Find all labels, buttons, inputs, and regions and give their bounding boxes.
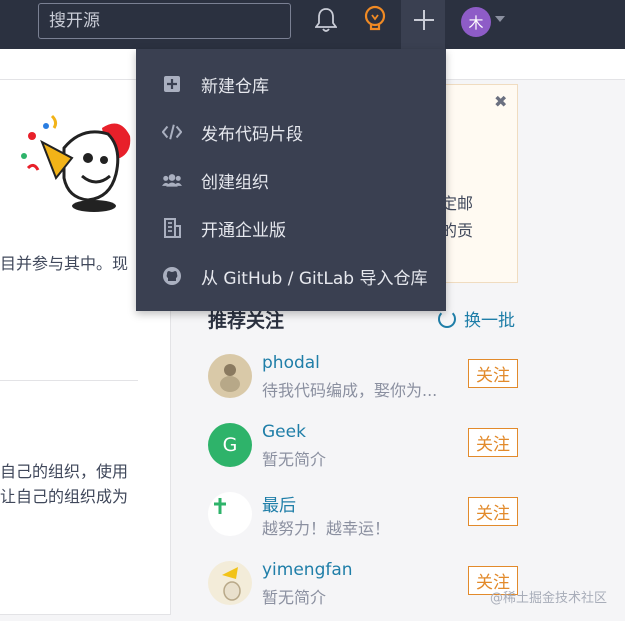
code-icon — [162, 122, 182, 142]
menu-item-import-repo[interactable]: 从 GitHub / GitLab 导入仓库 — [136, 256, 446, 296]
org-text: 让自己的组织成为 — [0, 487, 129, 506]
list-item: yimengfan 暂无简介 关注 — [208, 560, 520, 621]
follow-button[interactable]: 关注 — [468, 359, 518, 388]
list-item: G Geek 暂无简介 关注 — [208, 422, 520, 483]
user-bio: 待我代码编成，娶你为... — [262, 381, 438, 400]
menu-item-create-org[interactable]: 创建组织 — [136, 160, 446, 200]
github-icon — [162, 266, 182, 286]
follow-button[interactable]: 关注 — [468, 497, 518, 526]
refresh-icon — [438, 309, 456, 328]
mascot-illustration — [12, 108, 136, 218]
menu-item-label: 新建仓库 — [201, 76, 269, 97]
plus-icon — [410, 6, 438, 34]
divider — [0, 380, 138, 381]
user-name-link[interactable]: Geek — [262, 422, 306, 442]
menu-item-label: 从 GitHub / GitLab 导入仓库 — [201, 268, 428, 289]
avatar[interactable] — [208, 561, 252, 605]
lightbulb-icon[interactable] — [361, 5, 389, 34]
avatar[interactable]: G — [208, 423, 252, 467]
plus-square-icon — [162, 74, 182, 94]
watermark: @稀土掘金技术社区 — [490, 591, 608, 606]
close-icon[interactable]: ✖ — [494, 92, 507, 111]
building-icon — [162, 218, 182, 238]
chevron-down-icon[interactable] — [495, 16, 505, 22]
top-navbar: 木 — [0, 0, 625, 49]
user-name-link[interactable]: phodal — [262, 353, 320, 373]
menu-item-label: 发布代码片段 — [201, 124, 303, 145]
create-menu-button[interactable] — [401, 0, 445, 49]
user-name-link[interactable]: 最后 — [262, 491, 296, 516]
user-avatar[interactable]: 木 — [461, 7, 491, 37]
bell-icon[interactable] — [312, 6, 340, 34]
menu-item-enterprise[interactable]: 开通企业版 — [136, 208, 446, 248]
refresh-button[interactable]: 换一批 — [438, 306, 515, 331]
create-dropdown-menu: 新建仓库 发布代码片段 创建组织 开通企业版 从 GitHub / GitLab… — [136, 49, 446, 311]
avatar[interactable] — [208, 492, 252, 536]
user-bio: 暂无简介 — [262, 588, 327, 607]
users-icon — [162, 170, 182, 190]
list-item: 最后 越努力！越幸运！ 关注 — [208, 492, 520, 552]
user-name-link[interactable]: yimengfan — [262, 560, 353, 580]
avatar[interactable] — [208, 354, 252, 398]
menu-item-label: 创建组织 — [201, 172, 269, 193]
user-bio: 暂无简介 — [262, 450, 327, 469]
org-text: 自己的组织，使用 — [0, 462, 129, 481]
follow-button[interactable]: 关注 — [468, 428, 518, 457]
menu-item-label: 开通企业版 — [201, 220, 286, 241]
list-item: phodal 待我代码编成，娶你为... 关注 — [208, 353, 520, 414]
user-bio: 越努力！越幸运！ — [262, 519, 391, 538]
menu-item-code-snippet[interactable]: 发布代码片段 — [136, 112, 446, 152]
menu-item-new-repo[interactable]: 新建仓库 — [136, 64, 446, 104]
welcome-text: 目并参与其中。现 — [0, 254, 129, 273]
refresh-label: 换一批 — [464, 311, 515, 331]
search-input[interactable] — [38, 3, 291, 39]
